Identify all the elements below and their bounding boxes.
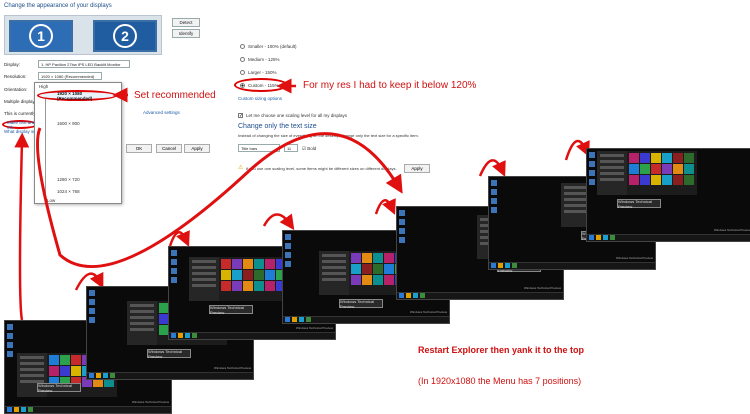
start-tile	[651, 153, 661, 163]
start-tile	[232, 259, 242, 269]
start-tile	[362, 264, 372, 274]
start-tile	[232, 270, 242, 280]
desktop-icons	[89, 290, 95, 323]
start-tile	[373, 264, 383, 274]
start-tile	[384, 264, 394, 274]
preview-label: Windows Technical Preview	[148, 348, 182, 359]
start-tile	[640, 164, 650, 174]
desktop-icons	[491, 180, 497, 213]
preview-label: Windows Technical Preview	[340, 298, 374, 309]
start-tile	[265, 270, 275, 280]
start-tile	[243, 259, 253, 269]
start-tile	[640, 153, 650, 163]
start-tile	[243, 281, 253, 291]
arrow	[14, 132, 30, 321]
preview-label-box: Windows Technical Preview	[37, 382, 81, 393]
watermark-text: Windows Technical Preview	[214, 366, 251, 370]
preview-label-box: Windows Technical Preview	[147, 348, 191, 359]
watermark-text: Windows Technical Preview	[616, 256, 653, 260]
watermark-text: Windows Technical Preview	[132, 400, 169, 404]
taskbar	[5, 406, 171, 413]
start-tile	[254, 270, 264, 280]
taskbar	[489, 262, 655, 269]
desktop-icons	[7, 324, 13, 357]
start-tile	[71, 366, 81, 376]
arrow	[374, 198, 396, 215]
start-tile	[351, 275, 361, 285]
start-menu	[597, 151, 697, 195]
desktop-icons	[589, 152, 595, 185]
arrow	[564, 139, 590, 161]
taskbar	[283, 316, 449, 323]
desktop-icons	[399, 210, 405, 243]
watermark-text: Windows Technical Preview	[296, 326, 333, 330]
preview-label-box: Windows Technical Preview	[209, 304, 253, 315]
desktop-icons	[285, 234, 291, 267]
start-tile	[629, 164, 639, 174]
start-tile	[49, 355, 59, 365]
start-tile	[221, 281, 231, 291]
start-tile	[384, 253, 394, 263]
start-tile	[265, 281, 275, 291]
start-tile	[673, 175, 683, 185]
watermark-text: Windows Technical Preview	[524, 286, 561, 290]
preview-label: Windows Technical Preview	[618, 198, 652, 209]
start-tile	[362, 253, 372, 263]
taskbar	[397, 292, 563, 299]
start-tile	[384, 275, 394, 285]
start-tile	[373, 275, 383, 285]
preview-label-box: Windows Technical Preview	[617, 198, 661, 209]
start-tile	[629, 175, 639, 185]
start-tile	[684, 164, 694, 174]
start-tile	[243, 270, 253, 280]
watermark-text: Windows Technical Preview	[714, 228, 750, 232]
start-tile	[232, 281, 242, 291]
start-tile	[673, 164, 683, 174]
taskbar	[169, 332, 335, 339]
start-tile	[684, 153, 694, 163]
start-tile	[351, 253, 361, 263]
preview-label: Windows Technical Preview	[38, 382, 72, 393]
start-menu	[189, 257, 289, 301]
start-tile	[265, 259, 275, 269]
start-tile	[362, 275, 372, 285]
start-tile	[49, 366, 59, 376]
taskbar	[87, 372, 253, 379]
arrow	[478, 159, 506, 177]
start-tile	[71, 355, 81, 365]
preview-label-box: Windows Technical Preview	[339, 298, 383, 309]
start-tile	[221, 270, 231, 280]
preview-label: Windows Technical Preview	[210, 304, 244, 315]
start-tile	[651, 164, 661, 174]
desktop-screenshot: Windows Technical Preview Windows Technic…	[586, 148, 750, 242]
start-tile	[684, 175, 694, 185]
arrow	[262, 213, 295, 231]
start-tile	[351, 264, 361, 274]
start-tile	[662, 153, 672, 163]
start-tile	[373, 253, 383, 263]
start-tile	[662, 164, 672, 174]
watermark-text: Windows Technical Preview	[410, 310, 447, 314]
start-tile	[651, 175, 661, 185]
start-tile	[254, 259, 264, 269]
start-tile	[640, 175, 650, 185]
start-tile	[254, 281, 264, 291]
start-tile	[221, 259, 231, 269]
start-tile	[662, 175, 672, 185]
start-tile	[629, 153, 639, 163]
start-tile	[60, 355, 70, 365]
desktop-icons	[171, 250, 177, 283]
start-tile	[60, 366, 70, 376]
start-tile	[673, 153, 683, 163]
taskbar	[587, 234, 750, 241]
